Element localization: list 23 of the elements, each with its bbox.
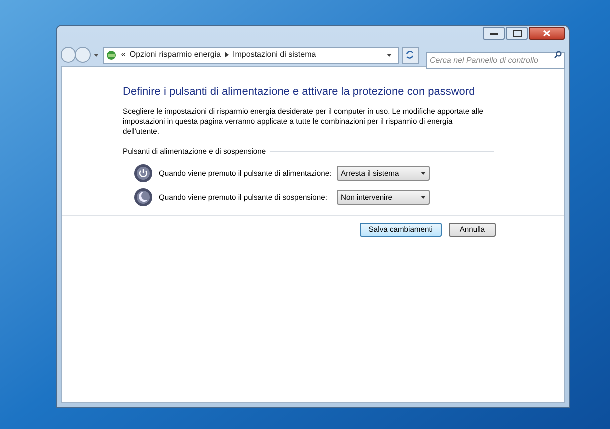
maximize-icon xyxy=(512,30,522,37)
close-button[interactable] xyxy=(529,27,565,40)
refresh-icon xyxy=(405,50,416,60)
moon-icon xyxy=(134,188,153,207)
breadcrumb[interactable]: Impostazioni di sistema xyxy=(233,49,316,61)
close-icon xyxy=(543,30,551,37)
search-icon xyxy=(554,50,562,58)
chevron-icon xyxy=(225,52,230,58)
maximize-button[interactable] xyxy=(506,27,528,40)
dropdown-icon xyxy=(421,196,426,199)
dropdown-icon xyxy=(94,54,98,56)
minimize-icon xyxy=(490,32,498,35)
dropdown-icon xyxy=(386,54,392,56)
breadcrumb[interactable]: Opzioni risparmio energia xyxy=(130,49,222,61)
dropdown-icon xyxy=(421,172,426,175)
search-field[interactable]: Cerca nel Pannello di controllo xyxy=(426,52,565,68)
control-panel-icon xyxy=(106,50,118,60)
breadcrumb-overflow[interactable]: « xyxy=(121,49,126,61)
refresh-button[interactable] xyxy=(402,46,419,64)
minimize-button[interactable] xyxy=(483,27,505,40)
address-bar[interactable]: « Opzioni risparmio energia Impostazioni di sistema xyxy=(103,46,399,64)
page-heading: Definire i pulsanti di alimentazione e attivare la protezione con password xyxy=(123,85,476,100)
power-icon xyxy=(134,164,153,183)
